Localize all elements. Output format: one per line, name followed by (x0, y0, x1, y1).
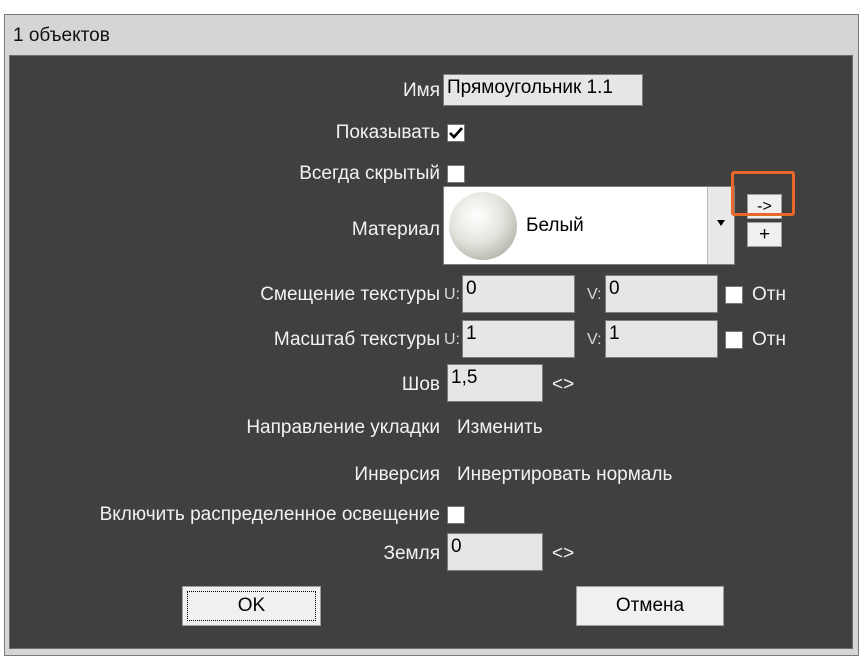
tex-offset-label: Смещение текстуры (260, 284, 440, 305)
tex-scale-rel-checkbox[interactable] (725, 331, 743, 349)
tex-offset-v-prefix: V: (587, 286, 602, 303)
invert-normal-link[interactable]: Инвертировать нормаль (457, 464, 672, 486)
inversion-label: Инверсия (354, 464, 440, 485)
always-hidden-label: Всегда скрытый (299, 163, 440, 184)
name-input[interactable]: Прямоугольник 1.1 (443, 74, 643, 106)
tex-offset-u-prefix: U: (444, 286, 460, 303)
cancel-button[interactable]: Отмена (576, 586, 724, 626)
material-preview-sphere (449, 192, 517, 260)
show-label: Показывать (335, 122, 440, 143)
material-label: Материал (351, 219, 440, 240)
tex-scale-v-prefix: V: (587, 331, 602, 348)
material-name: Белый (526, 215, 584, 236)
ground-label: Земля (383, 543, 440, 564)
ok-button[interactable]: OK (182, 586, 321, 626)
dialog-window: 1 объектов Имя Прямоугольник 1.1 Показыв… (4, 14, 859, 656)
tex-scale-u-input[interactable]: 1 (462, 320, 575, 358)
distributed-light-checkbox[interactable] (447, 506, 465, 524)
show-checkbox[interactable] (447, 124, 465, 142)
material-add-button[interactable]: + (747, 222, 782, 247)
material-select[interactable]: Белый (443, 186, 735, 265)
material-dropdown-button[interactable] (707, 187, 734, 264)
seam-label: Шов (401, 374, 440, 395)
ok-button-label: OK (237, 595, 266, 616)
tex-scale-rel-label: Отн (752, 329, 786, 350)
properties-panel: Имя Прямоугольник 1.1 Показывать Всегда … (9, 55, 853, 649)
tex-scale-v-input[interactable]: 1 (605, 320, 718, 358)
name-label: Имя (402, 80, 440, 101)
direction-label: Направление укладки (246, 417, 440, 438)
tex-offset-u-input[interactable]: 0 (462, 275, 575, 313)
tex-scale-u-prefix: U: (444, 331, 460, 348)
seam-input[interactable]: 1,5 (447, 364, 543, 402)
highlight-rectangle (731, 171, 795, 216)
title-bar: 1 объектов (5, 15, 858, 55)
ground-input[interactable]: 0 (447, 533, 543, 571)
seam-adjust-handle[interactable]: <> (552, 374, 574, 396)
tex-offset-v-input[interactable]: 0 (605, 275, 718, 313)
always-hidden-checkbox[interactable] (447, 165, 465, 183)
tex-offset-rel-label: Отн (752, 284, 786, 305)
dialog-title: 1 объектов (13, 25, 110, 46)
distributed-light-label: Включить распределенное освещение (99, 504, 440, 525)
tex-scale-label: Масштаб текстуры (273, 329, 440, 350)
ground-adjust-handle[interactable]: <> (552, 543, 574, 565)
tex-offset-rel-checkbox[interactable] (725, 286, 743, 304)
check-mark-icon (449, 127, 463, 139)
direction-change-link[interactable]: Изменить (457, 417, 543, 439)
